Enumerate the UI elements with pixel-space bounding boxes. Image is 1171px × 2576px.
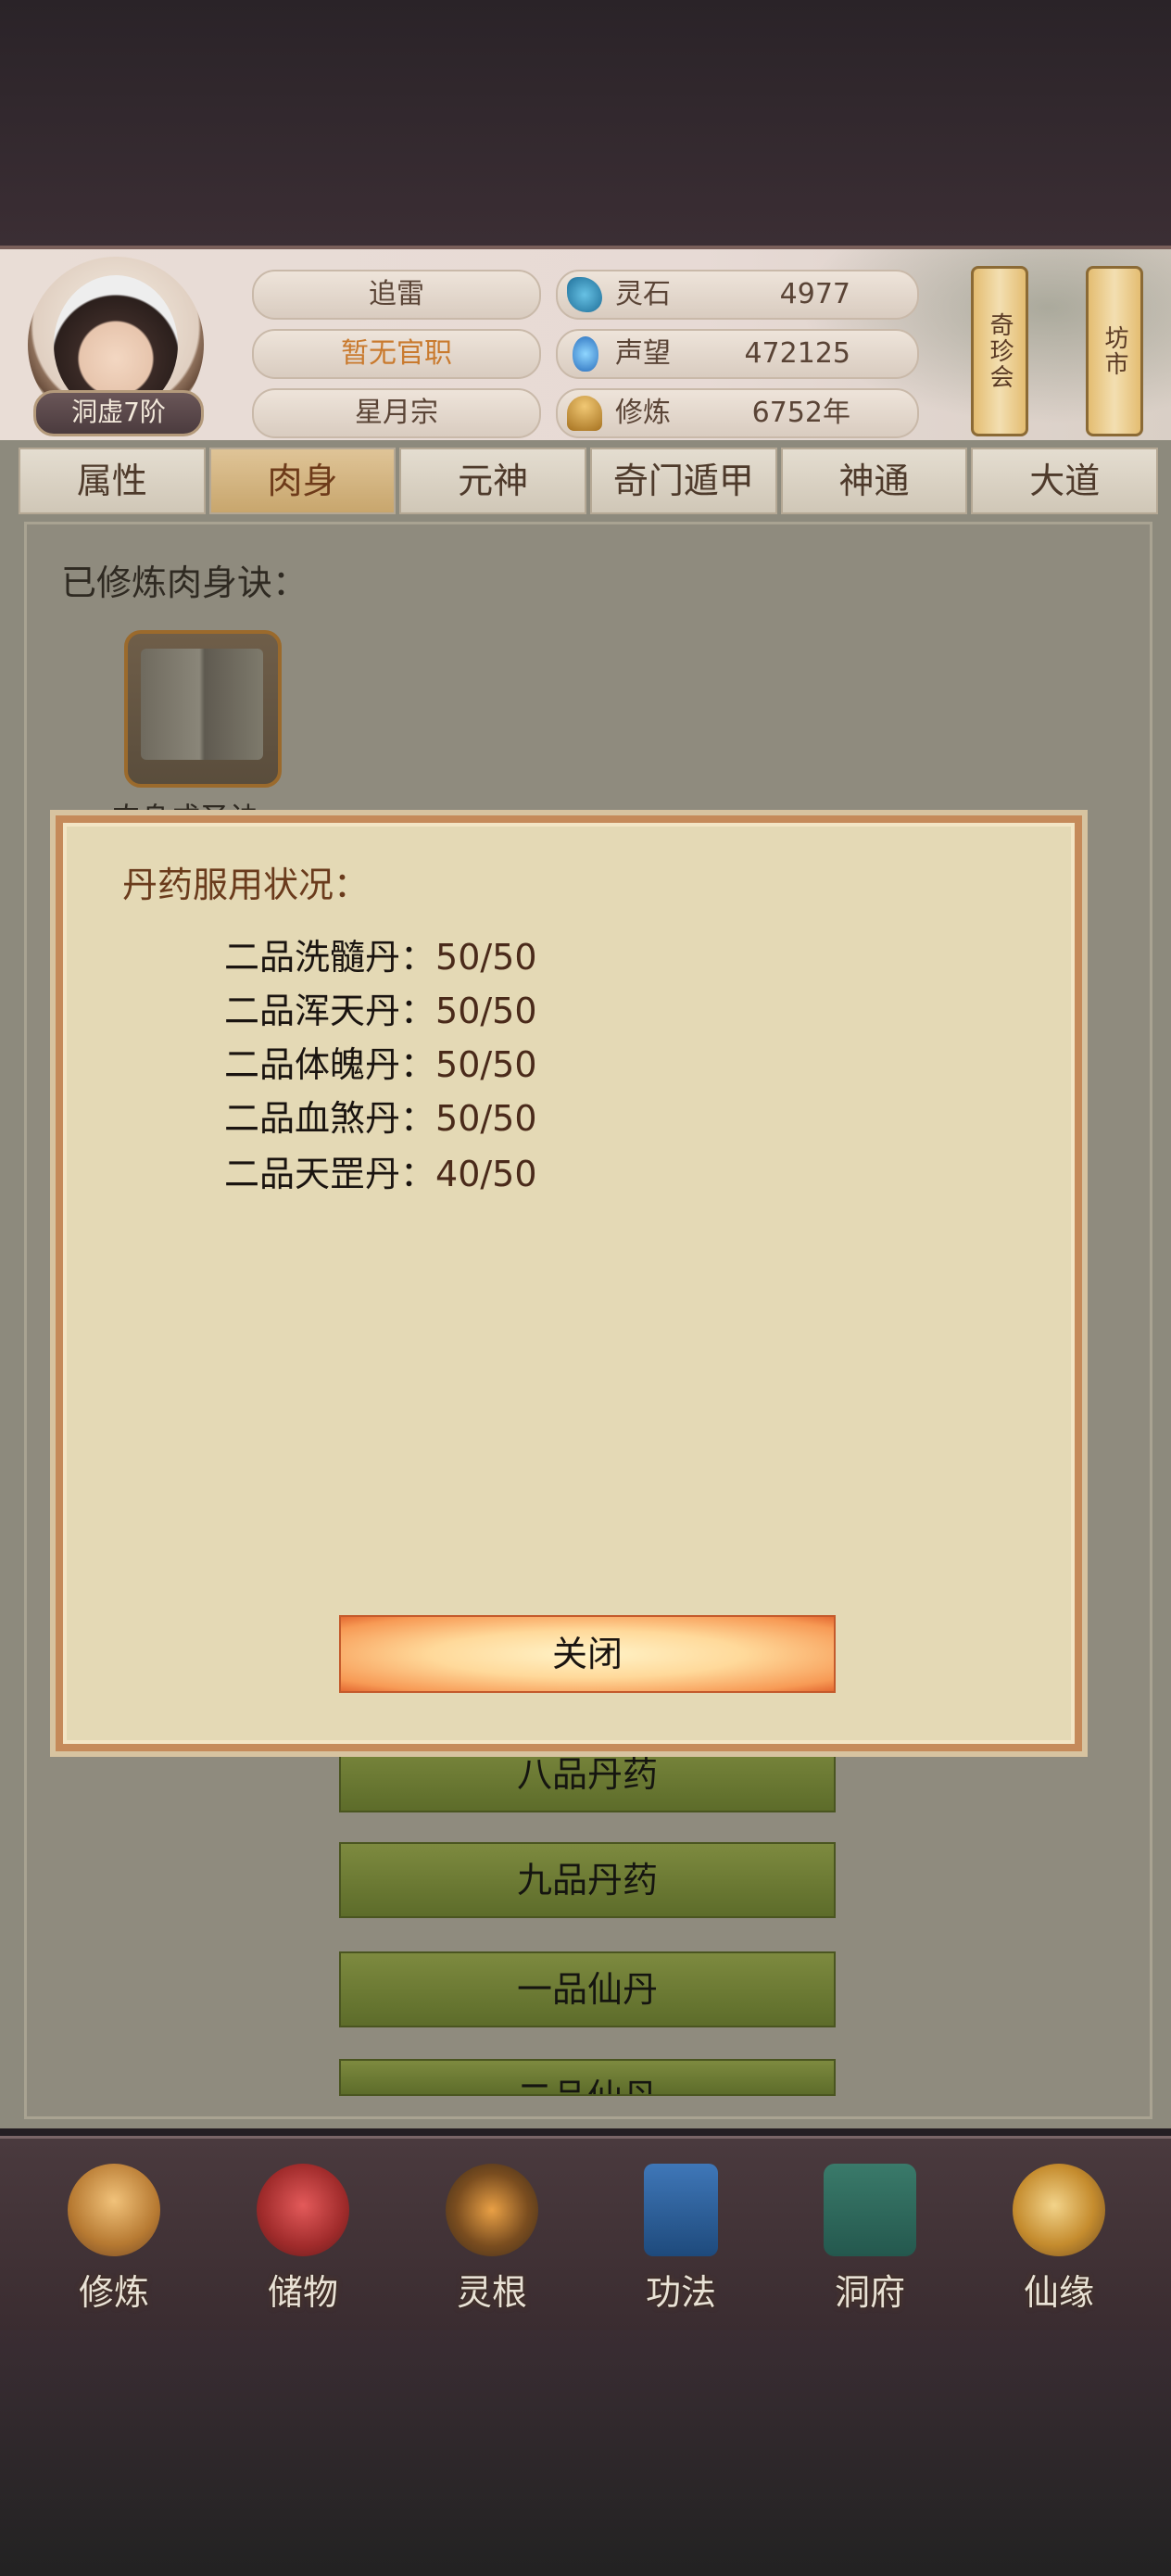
grade9-pill-button[interactable]: 九品丹药: [339, 1842, 836, 1918]
reputation-icon: [573, 336, 598, 372]
technique-book-icon: [644, 2164, 718, 2256]
pill-count: 40/50: [435, 1154, 537, 1194]
nav-label: 仙缘: [1023, 2272, 1094, 2313]
tab-body[interactable]: 肉身: [208, 448, 397, 514]
nav-immortal-fate[interactable]: 仙缘: [980, 2154, 1138, 2321]
nav-cultivate[interactable]: 修炼: [35, 2154, 193, 2321]
tab-divine-powers[interactable]: 神通: [780, 448, 968, 514]
pill-status-row: 二品洗髓丹：50/50: [224, 928, 537, 979]
nav-label: 修炼: [78, 2272, 149, 2313]
grade2-immortal-pill-button[interactable]: 二品仙丹: [339, 2059, 836, 2096]
nav-cave-dwelling[interactable]: 洞府: [791, 2154, 949, 2321]
spirit-root-icon: [446, 2164, 538, 2256]
nav-label: 储物: [267, 2272, 338, 2313]
market-scroll-button[interactable]: 坊市: [1086, 266, 1143, 436]
book-icon: [141, 649, 263, 760]
pill-count: 50/50: [435, 991, 537, 1031]
grade1-immortal-pill-button[interactable]: 一品仙丹: [339, 1951, 836, 2027]
pill-status-row: 二品天罡丹：40/50: [224, 1145, 537, 1196]
stat-reputation: 声望 472125: [556, 329, 919, 379]
tab-attributes[interactable]: 属性: [19, 448, 206, 514]
pill-name: 二品浑天丹：: [224, 991, 436, 1031]
treasure-fair-scroll-button[interactable]: 奇珍会: [971, 266, 1028, 436]
dialog-title: 丹药服用状况：: [122, 865, 370, 905]
pill-count: 50/50: [435, 1098, 537, 1139]
stat-label: 修炼: [615, 397, 671, 429]
tab-great-dao[interactable]: 大道: [971, 448, 1159, 514]
tab-qimen[interactable]: 奇门遁甲: [590, 448, 777, 514]
pill-status-row: 二品体魄丹：50/50: [224, 1036, 537, 1087]
stat-value: 472125: [744, 337, 850, 370]
stat-spirit-stone: 灵石 4977: [556, 270, 919, 320]
pill-status-dialog: [56, 815, 1082, 1751]
cultivation-icon: [567, 396, 602, 431]
top-dark-area: [0, 0, 1171, 246]
nav-label: 功法: [645, 2272, 716, 2313]
stat-label: 声望: [615, 337, 671, 370]
storage-bag-icon: [257, 2164, 349, 2256]
spirit-stone-icon: [567, 277, 602, 312]
pill-name: 二品血煞丹：: [224, 1098, 436, 1139]
tab-spirit[interactable]: 元神: [399, 448, 587, 514]
pill-status-row: 二品浑天丹：50/50: [224, 982, 537, 1033]
nav-label: 灵根: [456, 2272, 527, 2313]
official-title: 暂无官职: [252, 329, 541, 379]
nav-technique[interactable]: 功法: [602, 2154, 760, 2321]
immortal-fate-icon: [1013, 2164, 1105, 2256]
player-header: 洞虚7阶 追雷 暂无官职 星月宗 灵石 4977 声望 472125 修炼 67…: [0, 246, 1171, 444]
nav-spirit-root[interactable]: 灵根: [413, 2154, 571, 2321]
stat-label: 灵石: [615, 278, 671, 310]
pill-name: 二品体魄丹：: [224, 1044, 436, 1085]
pill-count: 50/50: [435, 1044, 537, 1085]
pill-name: 二品洗髓丹：: [224, 937, 436, 978]
pill-name: 二品天罡丹：: [224, 1154, 436, 1194]
nav-label: 洞府: [834, 2272, 905, 2313]
learned-technique-label: 已修炼肉身诀：: [61, 562, 308, 603]
cultivate-icon: [68, 2164, 160, 2256]
pill-status-row: 二品血煞丹：50/50: [224, 1090, 537, 1141]
close-button[interactable]: 关闭: [339, 1615, 836, 1693]
bottom-dark-area: [0, 2330, 1171, 2576]
stat-cultivation: 修炼 6752年: [556, 388, 919, 438]
tab-bar: 属性 肉身 元神 奇门遁甲 神通 大道: [19, 448, 1159, 514]
cave-dwelling-icon: [824, 2164, 916, 2256]
pill-count: 50/50: [435, 937, 537, 978]
nav-storage[interactable]: 储物: [224, 2154, 382, 2321]
stat-value: 6752年: [751, 397, 850, 429]
rank-badge: 洞虚7阶: [33, 390, 204, 436]
player-name: 追雷: [252, 270, 541, 320]
stat-value: 4977: [779, 278, 850, 310]
sect-name: 星月宗: [252, 388, 541, 438]
